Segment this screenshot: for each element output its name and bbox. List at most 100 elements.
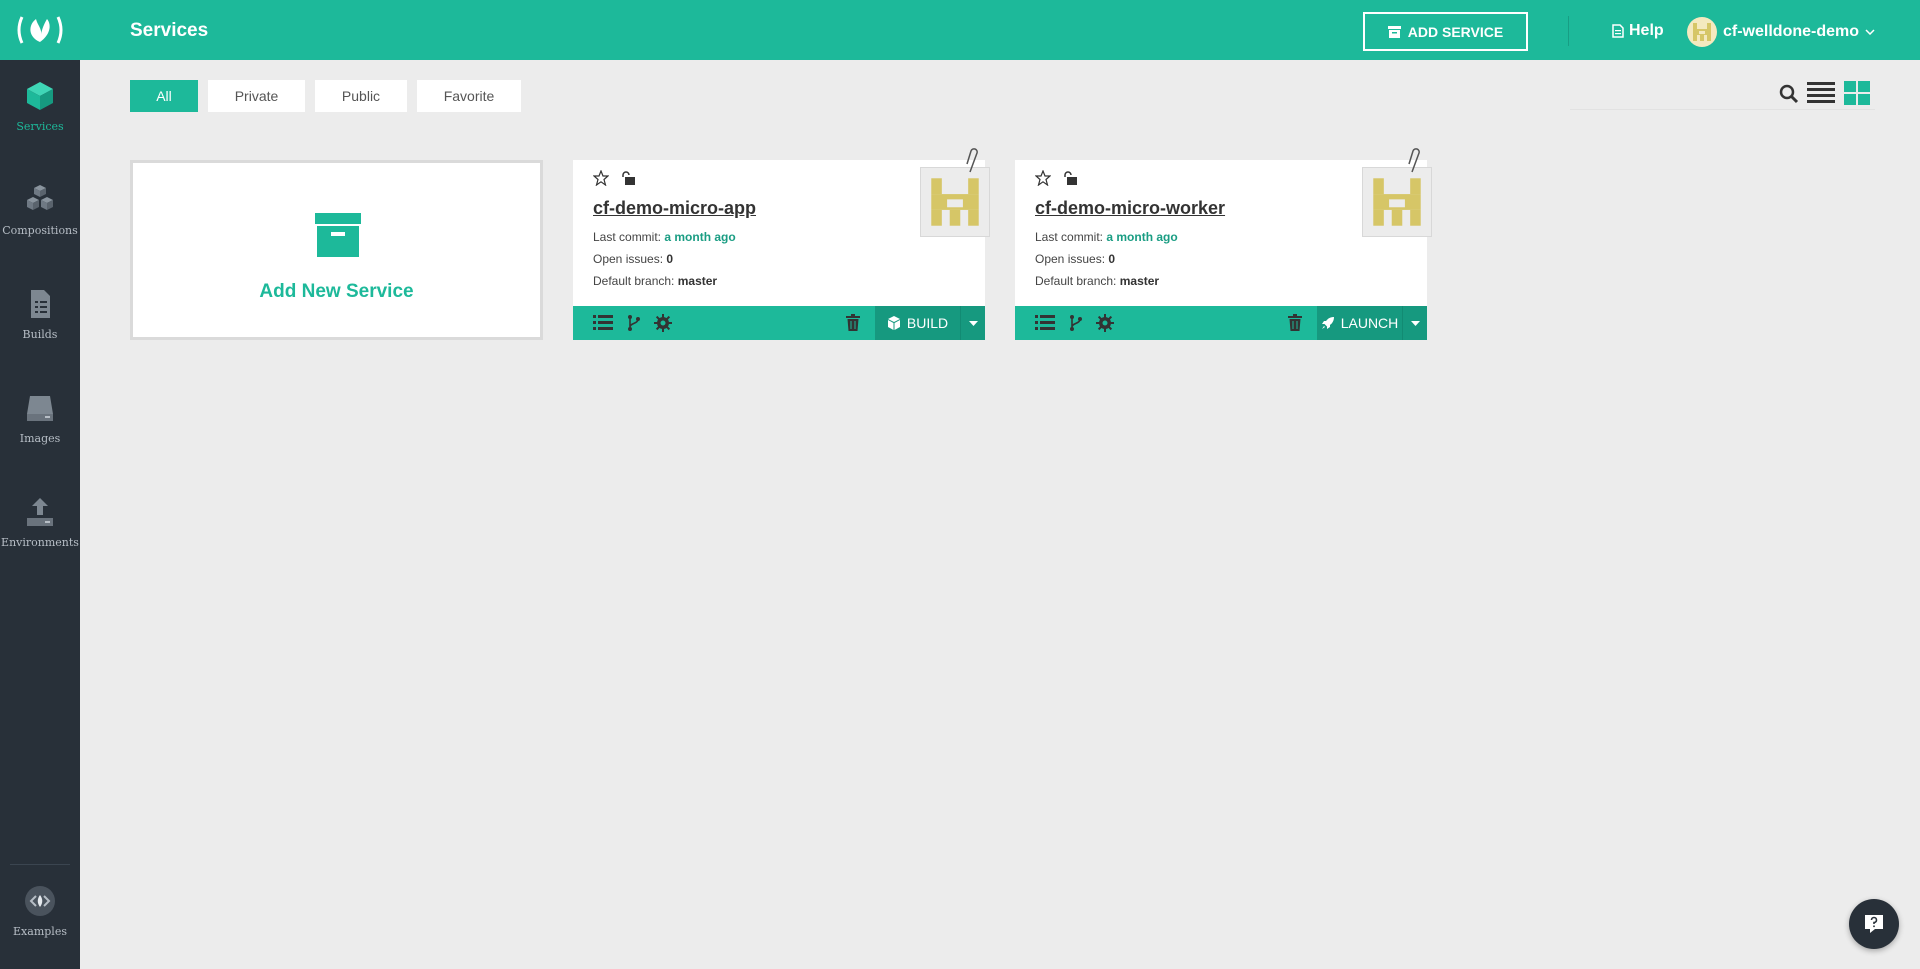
launch-button[interactable]: LAUNCH [1317, 306, 1403, 340]
open-issues-row: Open issues: 0 [1035, 252, 1115, 266]
tab-private[interactable]: Private [208, 80, 305, 112]
open-issues-value: 0 [666, 252, 674, 266]
default-branch-label: Default branch: [593, 274, 675, 288]
tab-favorite[interactable]: Favorite [417, 80, 521, 112]
service-card-footer: LAUNCH [1015, 306, 1427, 340]
sidebar-item-label: Builds [22, 328, 58, 341]
trash-icon[interactable] [1288, 314, 1302, 331]
search-icon[interactable] [1779, 84, 1799, 104]
avatar [1687, 17, 1717, 47]
sidebar-item-builds[interactable]: Builds [0, 288, 80, 341]
add-service-button[interactable]: ADD SERVICE [1363, 12, 1528, 51]
help-label: Help [1629, 22, 1664, 39]
service-thumbnail [1362, 167, 1432, 237]
identicon-icon [1373, 178, 1421, 226]
open-issues-value: 0 [1108, 252, 1116, 266]
gear-icon[interactable] [654, 314, 672, 332]
code-icon [25, 886, 55, 916]
sidebar-divider [10, 864, 70, 865]
default-branch-row: Default branch: master [593, 274, 717, 288]
unlock-icon [1064, 171, 1077, 185]
build-label: BUILD [906, 315, 949, 331]
trash-icon[interactable] [846, 314, 860, 331]
page-title: Services [130, 20, 209, 41]
codefresh-logo[interactable] [0, 0, 80, 60]
service-thumbnail [920, 167, 990, 237]
tab-all[interactable]: All [130, 80, 198, 112]
upload-icon [27, 498, 53, 526]
launch-button-group: LAUNCH [1317, 306, 1427, 340]
cubes-icon [27, 185, 53, 210]
list-icon[interactable] [593, 314, 613, 332]
add-new-service-label: Add New Service [259, 281, 414, 302]
paperclip-icon [1408, 148, 1420, 173]
cube-icon [887, 316, 900, 330]
gear-icon[interactable] [1096, 314, 1114, 332]
launch-dropdown-toggle[interactable] [1403, 306, 1427, 340]
archive-box-icon [315, 213, 361, 257]
service-name[interactable]: cf-demo-micro-app [593, 198, 756, 219]
document-icon [31, 290, 50, 318]
top-bar: Services ADD SERVICE Help cf-welldone-de… [80, 0, 1920, 60]
rocket-icon [1321, 317, 1334, 329]
grid-view-icon[interactable] [1844, 81, 1870, 105]
identicon-icon [1693, 23, 1711, 41]
build-dropdown-toggle[interactable] [961, 306, 985, 340]
star-icon[interactable] [1035, 170, 1051, 186]
list-view-icon[interactable] [1807, 82, 1835, 104]
sidebar-item-examples[interactable]: Examples [0, 885, 80, 938]
identicon-icon [931, 178, 979, 226]
support-chat-button[interactable] [1849, 899, 1899, 949]
chevron-down-icon [1865, 29, 1875, 35]
last-commit-value: a month ago [664, 230, 736, 244]
user-menu[interactable]: cf-welldone-demo [1687, 17, 1875, 47]
view-tools [1570, 80, 1875, 110]
build-button-group: BUILD [875, 306, 985, 340]
last-commit-label: Last commit: [1035, 230, 1104, 244]
launch-label: LAUNCH [1340, 315, 1399, 331]
unlock-icon [622, 171, 635, 185]
sidebar-item-services[interactable]: Services [0, 80, 80, 133]
open-issues-label: Open issues: [593, 252, 664, 266]
archive-icon [1387, 25, 1401, 38]
star-icon[interactable] [593, 170, 609, 186]
drive-icon [27, 396, 53, 421]
header-divider [1568, 16, 1569, 46]
sidebar-item-label: Examples [13, 925, 67, 938]
default-branch-row: Default branch: master [1035, 274, 1159, 288]
user-name: cf-welldone-demo [1723, 23, 1860, 40]
service-card: cf-demo-micro-app Last commit: a month a… [573, 148, 990, 340]
service-card-footer: BUILD [573, 306, 985, 340]
open-issues-row: Open issues: 0 [593, 252, 673, 266]
branch-icon[interactable] [1069, 314, 1083, 332]
help-link[interactable]: Help [1612, 22, 1664, 40]
sidebar-item-label: Images [19, 432, 61, 445]
sidebar: Services Compositions Builds Images Envi… [0, 0, 80, 969]
open-issues-label: Open issues: [1035, 252, 1106, 266]
last-commit-row: Last commit: a month ago [593, 230, 736, 244]
sidebar-item-compositions[interactable]: Compositions [0, 184, 80, 237]
last-commit-row: Last commit: a month ago [1035, 230, 1178, 244]
sidebar-item-images[interactable]: Images [0, 392, 80, 445]
sidebar-item-label: Compositions [2, 224, 78, 237]
list-icon[interactable] [1035, 314, 1055, 332]
paperclip-icon [966, 148, 978, 173]
service-name[interactable]: cf-demo-micro-worker [1035, 198, 1225, 219]
help-document-icon [1612, 24, 1624, 38]
branch-icon[interactable] [627, 314, 641, 332]
sidebar-item-label: Services [16, 120, 64, 133]
caret-down-icon [1410, 320, 1420, 326]
caret-down-icon [968, 320, 978, 326]
question-chat-icon [1865, 915, 1883, 933]
sidebar-item-environments[interactable]: Environments [0, 496, 80, 549]
sidebar-item-label: Environments [1, 536, 79, 549]
tab-public[interactable]: Public [315, 80, 407, 112]
add-new-service-card[interactable]: Add New Service [130, 160, 543, 340]
default-branch-label: Default branch: [1035, 274, 1117, 288]
cube-icon [27, 82, 53, 110]
service-card: cf-demo-micro-worker Last commit: a mont… [1015, 148, 1432, 340]
default-branch-value: master [677, 274, 718, 288]
build-button[interactable]: BUILD [875, 306, 961, 340]
default-branch-value: master [1119, 274, 1160, 288]
last-commit-label: Last commit: [593, 230, 662, 244]
